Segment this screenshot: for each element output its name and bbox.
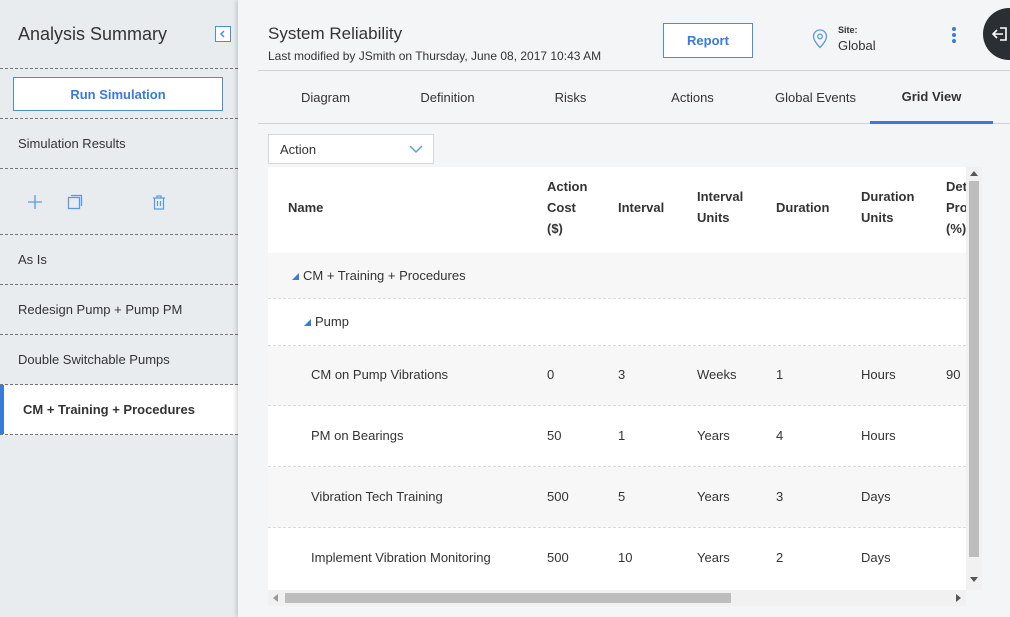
cell-duration: 4 (776, 428, 784, 443)
scenario-item[interactable]: As Is (0, 235, 238, 285)
cell-interval-units: Years (697, 550, 730, 565)
table-row[interactable]: Vibration Tech Training 500 5 Years 3 Da… (268, 467, 966, 528)
cell-duration-units: Days (861, 489, 891, 504)
sidebar: Analysis Summary Run Simulation Simulati… (0, 0, 238, 617)
cell-cost: 500 (547, 550, 569, 565)
site-label: Site: (838, 25, 858, 35)
col-action-cost[interactable]: Action Cost ($) (547, 176, 587, 239)
cell-duration: 3 (776, 489, 784, 504)
cell-detection: 90 (946, 367, 961, 382)
cell-interval: 3 (618, 367, 626, 382)
cell-duration-units: Hours (861, 367, 896, 382)
trash-icon[interactable] (150, 193, 168, 211)
page-title: System Reliability (268, 24, 403, 43)
page-header: System Reliability Last modified by JSmi… (238, 0, 1010, 71)
cell-duration: 1 (776, 367, 784, 382)
scenario-toolbar (0, 169, 238, 235)
exit-panel-icon[interactable] (983, 8, 1010, 60)
site-value[interactable]: Global (838, 38, 876, 53)
scenario-item[interactable]: Double Switchable Pumps (0, 335, 238, 385)
sidebar-title: Analysis Summary (18, 24, 168, 44)
col-name[interactable]: Name (288, 197, 323, 218)
tab-definition[interactable]: Definition (386, 71, 509, 124)
collapse-triangle-icon[interactable] (292, 273, 299, 280)
action-grid: Name Action Cost ($) Interval Interval Unit… (268, 167, 966, 590)
tab-diagram[interactable]: Diagram (264, 71, 387, 124)
scenario-item[interactable]: Redesign Pump + Pump PM (0, 285, 238, 335)
group-label: Pump (304, 314, 349, 329)
tab-global-events[interactable]: Global Events (754, 71, 877, 124)
dropdown-value: Action (280, 141, 317, 157)
cell-name: PM on Bearings (311, 428, 404, 443)
scroll-up-icon[interactable] (970, 171, 978, 176)
run-simulation-container: Run Simulation (0, 69, 238, 119)
chevron-down-icon (409, 145, 423, 153)
tab-grid-view[interactable]: Grid View (870, 71, 993, 124)
more-options-icon[interactable] (950, 27, 958, 45)
table-row[interactable]: PM on Bearings 50 1 Years 4 Hours (268, 406, 966, 467)
add-icon[interactable] (26, 193, 44, 211)
col-duration-units[interactable]: Duration Units (861, 186, 914, 228)
grid-type-dropdown[interactable]: Action (268, 134, 434, 164)
cell-interval-units: Years (697, 428, 730, 443)
group-row[interactable]: CM + Training + Procedures (268, 253, 966, 299)
scroll-right-icon[interactable] (956, 594, 961, 602)
tab-bar: Diagram Definition Risks Actions Global … (258, 71, 1010, 124)
cell-cost: 500 (547, 489, 569, 504)
cell-interval: 5 (618, 489, 626, 504)
location-pin-icon (812, 29, 828, 54)
cell-name: CM on Pump Vibrations (311, 367, 449, 382)
cell-cost: 0 (547, 367, 555, 382)
scroll-down-icon[interactable] (970, 577, 978, 582)
vertical-scrollbar[interactable] (966, 167, 982, 590)
sidebar-header: Analysis Summary (0, 0, 238, 69)
col-duration[interactable]: Duration (776, 197, 829, 218)
cell-interval: 1 (618, 428, 626, 443)
horizontal-scrollbar[interactable] (268, 590, 966, 606)
col-detection-probability[interactable]: Det Pro (%) (946, 176, 966, 239)
cell-duration-units: Hours (861, 428, 896, 443)
cell-interval: 10 (618, 550, 633, 565)
cell-name: Implement Vibration Monitoring (311, 550, 491, 565)
cell-duration: 2 (776, 550, 784, 565)
horizontal-scroll-thumb[interactable] (285, 593, 731, 603)
table-row[interactable]: Implement Vibration Monitoring 500 10 Ye… (268, 528, 966, 590)
col-interval[interactable]: Interval (618, 197, 664, 218)
grid-header: Name Action Cost ($) Interval Interval Unit… (268, 167, 966, 253)
scenario-item-active[interactable]: CM + Training + Procedures (0, 385, 238, 435)
run-simulation-button[interactable]: Run Simulation (13, 77, 223, 111)
vertical-scroll-thumb[interactable] (969, 181, 979, 557)
simulation-results-link[interactable]: Simulation Results (0, 119, 238, 169)
group-label: CM + Training + Procedures (292, 268, 466, 283)
collapse-triangle-icon[interactable] (304, 319, 311, 326)
cell-name: Vibration Tech Training (311, 489, 443, 504)
tab-risks[interactable]: Risks (509, 71, 632, 124)
report-button[interactable]: Report (663, 23, 753, 58)
tab-actions[interactable]: Actions (631, 71, 754, 124)
collapse-sidebar-icon[interactable] (215, 26, 231, 42)
cell-interval-units: Weeks (697, 367, 737, 382)
cell-interval-units: Years (697, 489, 730, 504)
group-row[interactable]: Pump (268, 299, 966, 346)
cell-duration-units: Days (861, 550, 891, 565)
last-modified-text: Last modified by JSmith on Thursday, Jun… (268, 49, 602, 63)
copy-icon[interactable] (66, 193, 84, 211)
scroll-left-icon[interactable] (273, 594, 278, 602)
cell-cost: 50 (547, 428, 562, 443)
table-row[interactable]: CM on Pump Vibrations 0 3 Weeks 1 Hours … (268, 346, 966, 406)
col-interval-units[interactable]: Interval Units (697, 186, 743, 228)
main-panel: System Reliability Last modified by JSmi… (238, 0, 1010, 617)
